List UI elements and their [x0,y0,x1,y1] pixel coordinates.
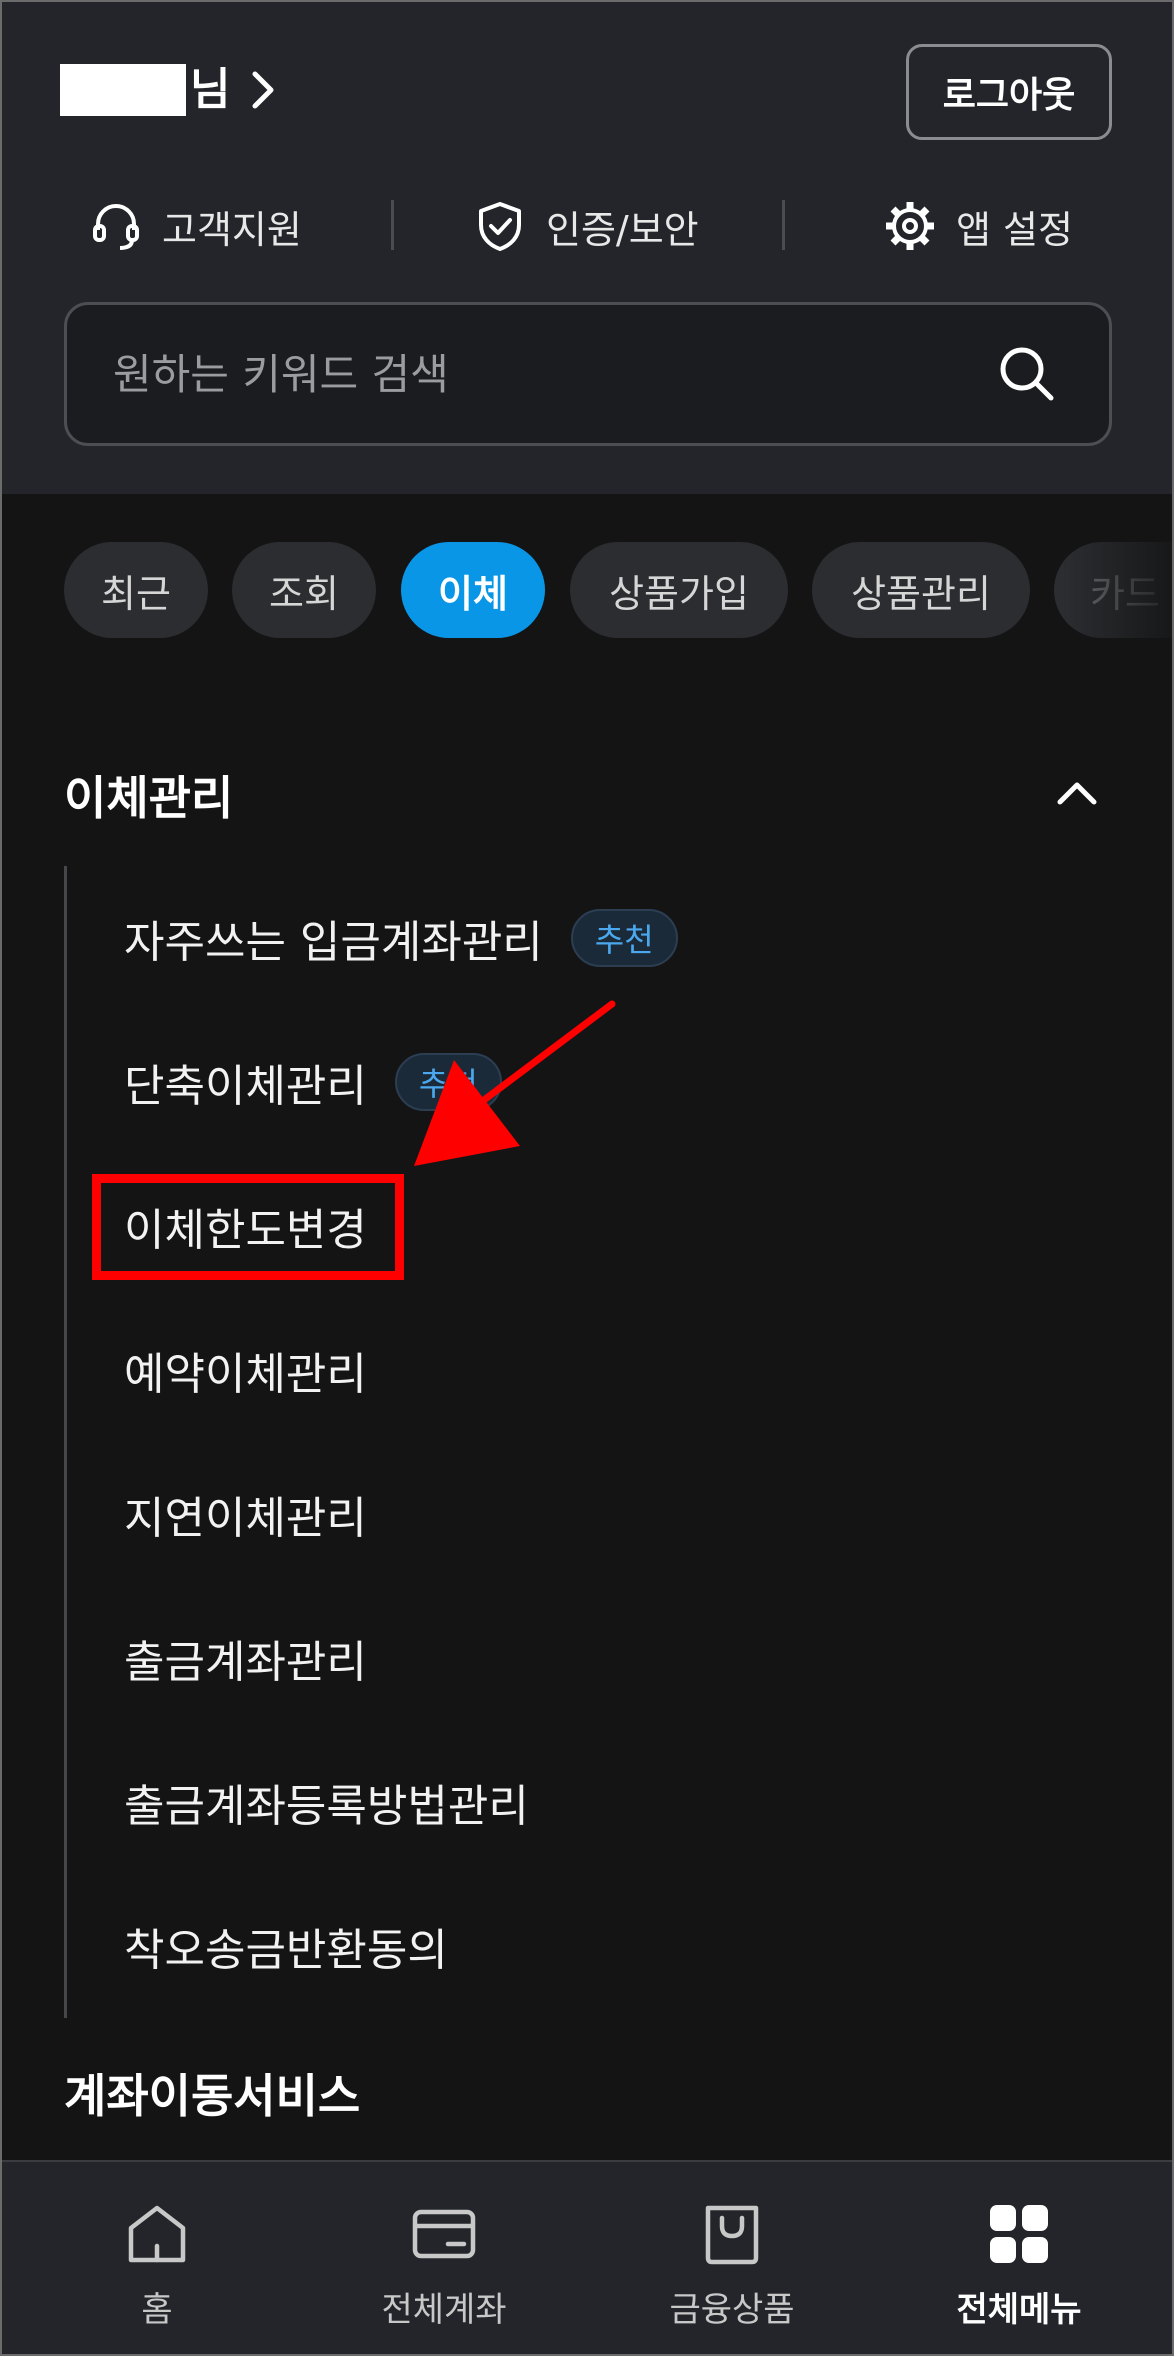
menu-header: 님 로그아웃 고객지원 인증/보안 앱 설정 원하는 키워드 검색 [2,2,1172,494]
all-menu-screen: 님 로그아웃 고객지원 인증/보안 앱 설정 원하는 키워드 검색 최근 조회 … [0,0,1174,2356]
search-input[interactable] [113,349,995,399]
menu-item-withdrawal-registration[interactable]: 출금계좌등록방법관리 [124,1762,529,1842]
app-settings-link[interactable]: 앱 설정 [882,190,1073,262]
menu-item-label: 자주쓰는 입금계좌관리 [124,917,543,968]
tab-product-manage[interactable]: 상품관리 [812,542,1030,638]
auth-security-label: 인증/보안 [546,207,699,252]
menu-tree-line [64,866,67,2018]
menu-item-label: 출금계좌관리 [124,1637,367,1688]
menu-item-label: 단축이체관리 [124,1061,367,1112]
user-profile-link[interactable]: 님 [60,64,280,116]
customer-support-label: 고객지원 [162,207,302,252]
tab-product-signup[interactable]: 상품가입 [570,542,788,638]
home-icon [128,2205,186,2263]
logout-button[interactable]: 로그아웃 [906,44,1112,140]
tab-card[interactable]: 카드 [1054,542,1172,638]
chevron-up-icon[interactable] [1052,768,1102,818]
menu-item-delayed-transfer[interactable]: 지연이체관리 [124,1474,367,1554]
nav-all-menu-label: 전체메뉴 [956,2290,1082,2330]
section-title-account-switch[interactable]: 계좌이동서비스 [64,2060,360,2126]
shopping-bag-icon [705,2205,759,2265]
nav-home-label: 홈 [141,2290,173,2330]
menu-item-label: 예약이체관리 [124,1349,367,1400]
tab-inquiry[interactable]: 조회 [232,542,376,638]
annotation-highlight-box [92,1174,404,1280]
menu-item-label: 출금계좌등록방법관리 [124,1781,529,1832]
menu-item-scheduled-transfer[interactable]: 예약이체관리 [124,1330,367,1410]
redacted-user-name [60,64,186,116]
nav-home[interactable]: 홈 [57,2200,257,2340]
shield-check-icon [479,202,521,251]
nav-financial-products[interactable]: 금융상품 [632,2200,832,2340]
keyword-search-box [64,302,1112,446]
category-tabs: 최근 조회 이체 상품가입 상품관리 카드 [64,542,1172,638]
auth-security-link[interactable]: 인증/보안 [472,190,699,262]
chevron-right-icon [252,71,274,109]
search-icon[interactable] [995,342,1059,406]
grid-menu-icon [990,2205,1048,2263]
quick-links: 고객지원 인증/보안 앱 설정 [2,190,1172,262]
gear-icon [886,202,934,250]
tab-transfer[interactable]: 이체 [401,542,545,638]
section-title-transfer-management[interactable]: 이체관리 [64,762,233,828]
quick-divider [782,200,785,250]
menu-item-label: 지연이체관리 [124,1493,367,1544]
tab-recent[interactable]: 최근 [64,542,208,638]
menu-item-withdrawal-accounts[interactable]: 출금계좌관리 [124,1618,367,1698]
menu-item-label: 착오송금반환동의 [124,1925,448,1976]
recommend-badge: 추천 [570,909,678,967]
menu-item-favorite-accounts[interactable]: 자주쓰는 입금계좌관리 추천 [124,898,678,978]
nav-all-accounts[interactable]: 전체계좌 [344,2200,544,2340]
nav-financial-products-label: 금융상품 [669,2290,795,2330]
card-icon [412,2209,476,2259]
user-honorific: 님 [190,64,231,115]
customer-support-link[interactable]: 고객지원 [88,190,302,262]
annotation-arrow-icon [414,1000,616,1166]
nav-all-menu[interactable]: 전체메뉴 [919,2200,1119,2340]
quick-divider [391,200,394,250]
menu-item-mistaken-remittance[interactable]: 착오송금반환동의 [124,1906,448,1986]
nav-all-accounts-label: 전체계좌 [381,2290,507,2330]
app-settings-label: 앱 설정 [956,207,1073,252]
headset-icon [93,204,139,250]
bottom-navigation: 홈 전체계좌 금융상품 전체메뉴 [2,2160,1172,2354]
